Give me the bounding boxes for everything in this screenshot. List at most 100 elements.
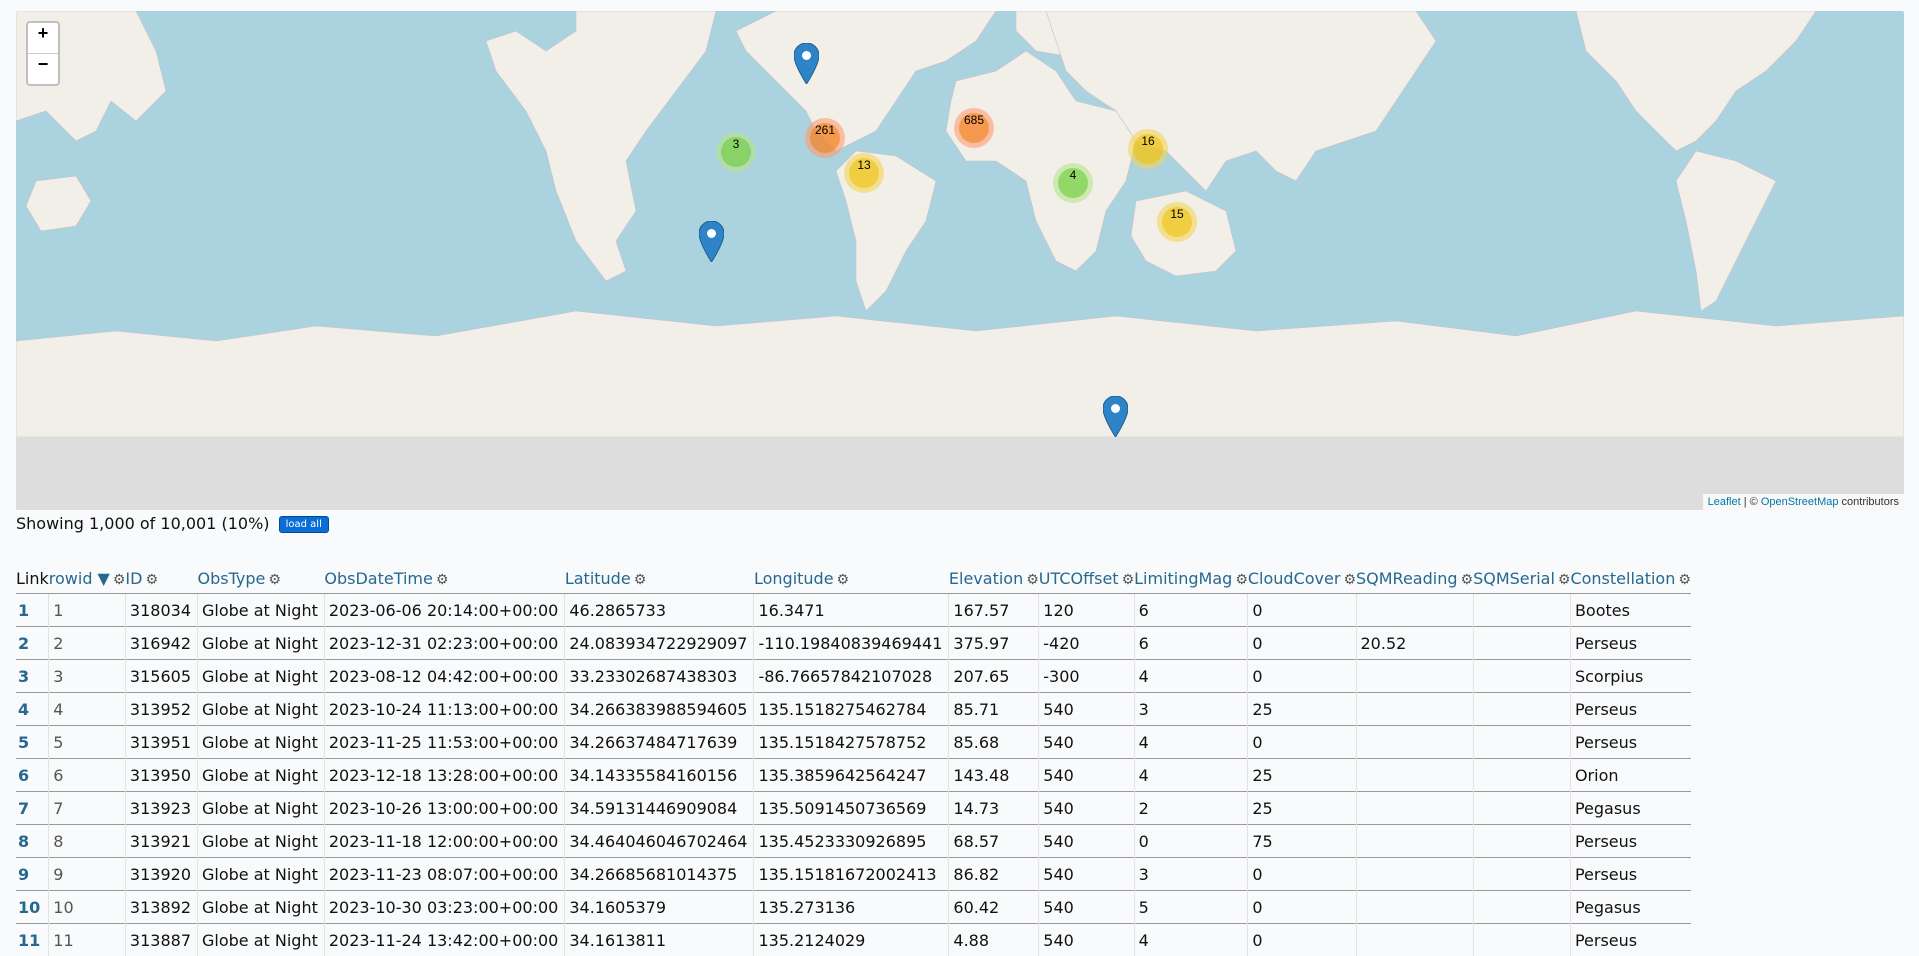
cell-link[interactable]: 3: [16, 659, 49, 693]
cell-longitude: 135.273136: [753, 890, 949, 924]
cell-cloudcover: 0: [1247, 890, 1356, 924]
column-header-constellation[interactable]: Constellation ⚙: [1570, 565, 1690, 594]
cell-sqmreading: [1355, 758, 1474, 792]
cell-longitude: -86.76657842107028: [753, 659, 949, 693]
cell-sqmserial: [1472, 923, 1571, 956]
map-marker-icon[interactable]: [699, 221, 724, 262]
cell-elevation: 85.68: [948, 725, 1039, 759]
cell-rowid: 4: [48, 692, 126, 726]
column-header-elevation[interactable]: Elevation ⚙: [949, 565, 1039, 594]
column-header-longitude[interactable]: Longitude ⚙: [754, 565, 949, 594]
map-marker-icon[interactable]: [1103, 396, 1128, 437]
map-marker-icon[interactable]: [794, 43, 819, 84]
column-header-latitude[interactable]: Latitude ⚙: [565, 565, 754, 594]
openstreetmap-link[interactable]: OpenStreetMap: [1761, 496, 1839, 508]
leaflet-link[interactable]: Leaflet: [1708, 496, 1741, 508]
cell-id: 313921: [124, 824, 198, 858]
cell-sqmreading: [1355, 791, 1474, 825]
cell-latitude: 46.2865733: [564, 593, 754, 627]
cell-link[interactable]: 7: [16, 791, 49, 825]
cell-link[interactable]: 5: [16, 725, 49, 759]
marker-cluster[interactable]: 685: [954, 108, 994, 148]
cell-constellation: Orion: [1569, 758, 1691, 792]
zoom-out-button[interactable]: −: [28, 53, 58, 84]
cell-limitingmag: 6: [1133, 593, 1248, 627]
cell-id: 313920: [124, 857, 198, 891]
cell-obstype: Globe at Night: [197, 758, 325, 792]
column-header-limitingmag[interactable]: LimitingMag ⚙: [1134, 565, 1248, 594]
marker-cluster[interactable]: 13: [844, 153, 884, 193]
cell-latitude: 34.266383988594605: [564, 692, 754, 726]
cell-latitude: 33.23302687438303: [564, 659, 754, 693]
table-header-row: Link rowid ▼ ⚙ ID ⚙ ObsType ⚙ ObsDateTime ⚙ …: [16, 565, 1691, 594]
cell-sqmserial: [1472, 758, 1571, 792]
column-header-sqmserial[interactable]: SQMSerial ⚙: [1473, 565, 1570, 594]
cell-link[interactable]: 10: [16, 890, 49, 924]
marker-cluster[interactable]: 3: [716, 132, 756, 172]
table-row: 5 5 313951 Globe at Night 2023-11-25 11:53:0…: [16, 725, 1691, 759]
cell-link[interactable]: 4: [16, 692, 49, 726]
cell-link[interactable]: 11: [16, 923, 49, 956]
gear-icon[interactable]: ⚙: [634, 572, 647, 588]
column-header-rowid[interactable]: rowid ▼ ⚙: [49, 565, 126, 594]
cell-id: 313951: [124, 725, 198, 759]
table-row: 7 7 313923 Globe at Night 2023-10-26 13:00:0…: [16, 791, 1691, 825]
cell-obstype: Globe at Night: [197, 824, 325, 858]
map[interactable]: + − 3 261 13 685 4 16 15 Leaflet | © Ope…: [16, 11, 1904, 510]
cell-elevation: 14.73: [948, 791, 1039, 825]
cell-link[interactable]: 9: [16, 857, 49, 891]
cell-sqmserial: [1472, 725, 1571, 759]
table-row: 2 2 316942 Globe at Night 2023-12-31 02:23:0…: [16, 626, 1691, 660]
column-header-utcoffset[interactable]: UTCOffset ⚙: [1039, 565, 1134, 594]
gear-icon[interactable]: ⚙: [1461, 572, 1474, 588]
column-header-obsdatetime[interactable]: ObsDateTime ⚙: [324, 565, 564, 594]
cell-longitude: 135.1518427578752: [753, 725, 949, 759]
gear-icon[interactable]: ⚙: [1558, 572, 1571, 588]
column-header-sqmreading[interactable]: SQMReading ⚙: [1356, 565, 1473, 594]
gear-icon[interactable]: ⚙: [1026, 572, 1039, 588]
cell-rowid: 8: [48, 824, 126, 858]
cell-constellation: Perseus: [1569, 626, 1691, 660]
marker-cluster[interactable]: 16: [1128, 129, 1168, 169]
cluster-count: 261: [810, 123, 840, 153]
cell-limitingmag: 3: [1133, 692, 1248, 726]
gear-icon[interactable]: ⚙: [837, 572, 850, 588]
marker-cluster[interactable]: 261: [805, 118, 845, 158]
load-all-button[interactable]: load all: [278, 516, 329, 533]
cell-cloudcover: 0: [1247, 659, 1356, 693]
cluster-count: 13: [849, 158, 879, 188]
cell-constellation: Perseus: [1569, 923, 1691, 956]
cell-cloudcover: 75: [1247, 824, 1356, 858]
cell-link[interactable]: 8: [16, 824, 49, 858]
cell-obsdatetime: 2023-12-31 02:23:00+00:00: [323, 626, 565, 660]
cell-utcoffset: -420: [1038, 626, 1135, 660]
cell-link[interactable]: 2: [16, 626, 49, 660]
cell-obstype: Globe at Night: [197, 890, 325, 924]
cell-utcoffset: 540: [1038, 692, 1135, 726]
marker-cluster[interactable]: 4: [1053, 163, 1093, 203]
gear-icon[interactable]: ⚙: [1235, 572, 1248, 588]
cell-constellation: Scorpius: [1569, 659, 1691, 693]
gear-icon[interactable]: ⚙: [268, 572, 281, 588]
cell-latitude: 34.14335584160156: [564, 758, 754, 792]
gear-icon[interactable]: ⚙: [1343, 572, 1356, 588]
gear-icon[interactable]: ⚙: [1678, 572, 1691, 588]
cell-latitude: 34.464046046702464: [564, 824, 754, 858]
gear-icon[interactable]: ⚙: [145, 572, 158, 588]
cell-elevation: 167.57: [948, 593, 1039, 627]
table-row: 1 1 318034 Globe at Night 2023-06-06 20:14:0…: [16, 593, 1691, 627]
zoom-in-button[interactable]: +: [28, 23, 58, 53]
cell-link[interactable]: 1: [16, 593, 49, 627]
cell-link[interactable]: 6: [16, 758, 49, 792]
cell-cloudcover: 0: [1247, 626, 1356, 660]
gear-icon[interactable]: ⚙: [436, 572, 449, 588]
table-row: 8 8 313921 Globe at Night 2023-11-18 12:00:0…: [16, 824, 1691, 858]
column-header-obstype[interactable]: ObsType ⚙: [198, 565, 325, 594]
cell-latitude: 34.1605379: [564, 890, 754, 924]
gear-icon[interactable]: ⚙: [1122, 572, 1135, 588]
gear-icon[interactable]: ⚙: [113, 572, 126, 588]
marker-cluster[interactable]: 15: [1157, 202, 1197, 242]
column-header-cloudcover[interactable]: CloudCover ⚙: [1248, 565, 1356, 594]
column-header-id[interactable]: ID ⚙: [125, 565, 197, 594]
cell-utcoffset: 540: [1038, 725, 1135, 759]
